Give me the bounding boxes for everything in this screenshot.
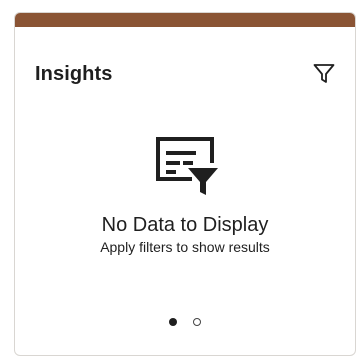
filter-button[interactable] [309,59,339,89]
card-title: Insights [35,63,113,85]
pager-dot-1[interactable] [169,318,177,326]
empty-state: No Data to Display Apply filters to show… [15,135,355,256]
insights-card: Insights No Data to Display Apply filter… [14,12,356,356]
empty-state-subtitle: Apply filters to show results [100,239,270,255]
filtered-list-icon [156,137,218,195]
pager-dots [15,318,355,326]
filter-icon [313,64,335,83]
empty-state-title: No Data to Display [101,214,269,236]
card-accent-bar [15,13,355,27]
pager-dot-2[interactable] [193,318,201,326]
